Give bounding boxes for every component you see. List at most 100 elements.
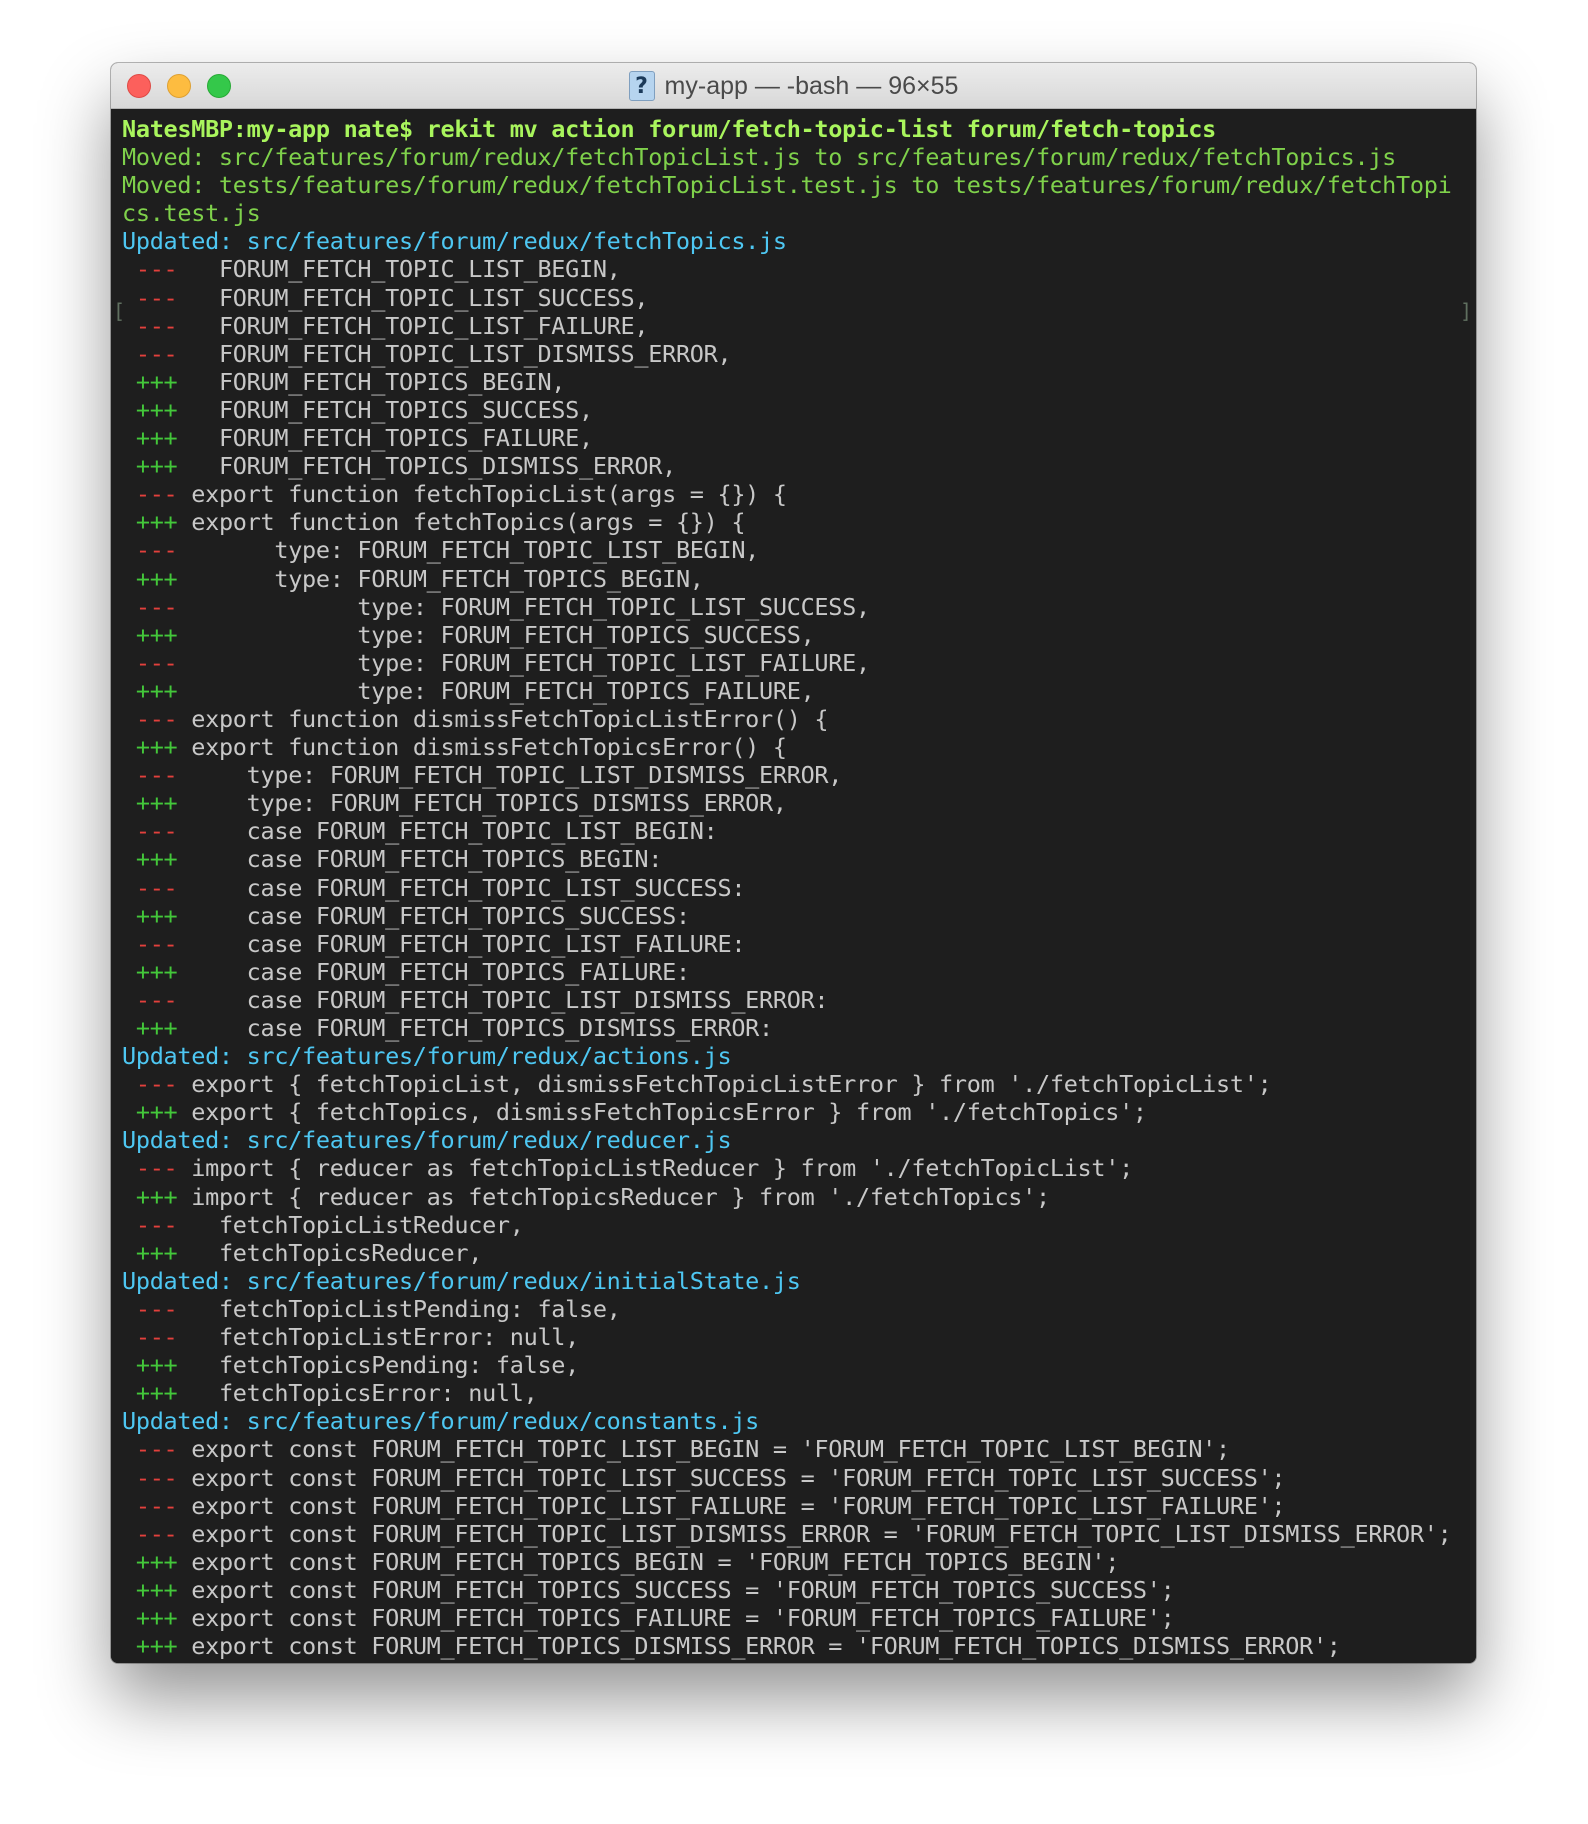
removed-line-marker: --- [122,873,178,902]
terminal-line: --- fetchTopicListReducer, [122,1211,1476,1239]
scroll-indicator-left-icon: [ [113,299,126,323]
diff-code-text: FORUM_FETCH_TOPIC_LIST_BEGIN, [177,255,621,284]
diff-code-text: FORUM_FETCH_TOPICS_DISMISS_ERROR, [177,452,676,481]
terminal-line: --- type: FORUM_FETCH_TOPIC_LIST_BEGIN, [122,536,1476,564]
added-line-marker: +++ [122,1182,178,1211]
terminal-line: --- export const FORUM_FETCH_TOPIC_LIST_… [122,1435,1476,1463]
diff-code-text: export { fetchTopicList, dismissFetchTop… [177,1070,1272,1099]
removed-line-marker: --- [122,1491,178,1520]
terminal-line: +++ export function fetchTopics(args = {… [122,508,1476,536]
removed-line-marker: --- [122,255,178,284]
removed-line-marker: --- [122,1323,178,1352]
terminal-line: +++ export { fetchTopics, dismissFetchTo… [122,1098,1476,1126]
diff-code-text: case FORUM_FETCH_TOPICS_SUCCESS: [177,901,690,930]
terminal-line: --- case FORUM_FETCH_TOPIC_LIST_FAILURE: [122,930,1476,958]
diff-code-text: fetchTopicListReducer, [177,1210,524,1239]
removed-line-marker: --- [122,339,178,368]
added-line-marker: +++ [122,1351,178,1380]
diff-code-text: type: FORUM_FETCH_TOPIC_LIST_DISMISS_ERR… [177,761,843,790]
terminal-line: --- FORUM_FETCH_TOPIC_LIST_DISMISS_ERROR… [122,340,1476,368]
diff-code-text: type: FORUM_FETCH_TOPICS_SUCCESS, [177,620,815,649]
removed-line-marker: --- [122,1294,178,1323]
terminal-line: cs.test.js [122,199,1476,227]
diff-code-text: export const FORUM_FETCH_TOPIC_LIST_SUCC… [177,1463,1286,1492]
terminal-line: +++ FORUM_FETCH_TOPICS_FAILURE, [122,424,1476,452]
terminal-line: Updated: src/features/forum/redux/fetchT… [122,227,1476,255]
terminal-line: Updated: src/features/forum/redux/action… [122,1042,1476,1070]
diff-code-text: fetchTopicsPending: false, [177,1351,580,1380]
title-bar[interactable]: ? my-app — -bash — 96×55 [111,63,1476,109]
diff-code-text: type: FORUM_FETCH_TOPIC_LIST_FAILURE, [177,648,870,677]
diff-code-text: type: FORUM_FETCH_TOPICS_BEGIN, [177,564,704,593]
terminal-line: --- fetchTopicListError: null, [122,1323,1476,1351]
added-line-marker: +++ [122,508,178,537]
diff-code-text: type: FORUM_FETCH_TOPIC_LIST_BEGIN, [177,536,760,565]
terminal-line: --- fetchTopicListPending: false, [122,1295,1476,1323]
removed-line-marker: --- [122,480,178,509]
terminal-line: +++ export const FORUM_FETCH_TOPICS_BEGI… [122,1548,1476,1576]
diff-code-text: export function dismissFetchTopicsError(… [177,733,787,762]
diff-code-text: case FORUM_FETCH_TOPIC_LIST_DISMISS_ERRO… [177,985,829,1014]
terminal-line: Moved: tests/features/forum/redux/fetchT… [122,171,1476,199]
terminal-line: +++ export const FORUM_FETCH_TOPICS_DISM… [122,1632,1476,1660]
terminal-line: --- export const FORUM_FETCH_TOPIC_LIST_… [122,1520,1476,1548]
added-line-marker: +++ [122,620,178,649]
terminal-line: --- FORUM_FETCH_TOPIC_LIST_FAILURE, [122,312,1476,340]
diff-code-text: export function dismissFetchTopicListErr… [177,704,829,733]
diff-code-text: export const FORUM_FETCH_TOPICS_DISMISS_… [177,1632,1341,1661]
terminal-line: +++ case FORUM_FETCH_TOPICS_SUCCESS: [122,902,1476,930]
added-line-marker: +++ [122,564,178,593]
document-icon: ? [628,71,655,101]
added-line-marker: +++ [122,1632,178,1661]
diff-code-text: FORUM_FETCH_TOPIC_LIST_FAILURE, [177,311,649,340]
diff-code-text: export const FORUM_FETCH_TOPICS_FAILURE … [177,1603,1175,1632]
terminal-line: --- type: FORUM_FETCH_TOPIC_LIST_SUCCESS… [122,593,1476,621]
command-prompt-text: NatesMBP:my-app nate$ rekit mv action fo… [122,115,1217,143]
terminal-line: +++ export const FORUM_FETCH_TOPICS_FAIL… [122,1604,1476,1632]
terminal-line: --- FORUM_FETCH_TOPIC_LIST_BEGIN, [122,255,1476,283]
terminal-line: --- case FORUM_FETCH_TOPIC_LIST_DISMISS_… [122,986,1476,1014]
moved-message: Moved: tests/features/forum/redux/fetchT… [122,171,1452,200]
removed-line-marker: --- [122,1435,178,1464]
added-line-marker: +++ [122,1547,178,1576]
added-line-marker: +++ [122,957,178,986]
diff-code-text: fetchTopicsReducer, [177,1238,483,1267]
removed-line-marker: --- [122,761,178,790]
terminal-window[interactable]: ? my-app — -bash — 96×55 NatesMBP:my-app… [111,63,1476,1663]
terminal-line: +++ type: FORUM_FETCH_TOPICS_DISMISS_ERR… [122,789,1476,817]
diff-code-text: import { reducer as fetchTopicListReduce… [177,1154,1133,1183]
removed-line-marker: --- [122,1070,178,1099]
removed-line-marker: --- [122,536,178,565]
diff-code-text: type: FORUM_FETCH_TOPICS_DISMISS_ERROR, [177,789,787,818]
added-line-marker: +++ [122,424,178,453]
added-line-marker: +++ [122,367,178,396]
updated-file-header: Updated: src/features/forum/redux/action… [122,1042,732,1071]
diff-code-text: fetchTopicsError: null, [177,1379,538,1408]
diff-code-text: case FORUM_FETCH_TOPICS_DISMISS_ERROR: [177,1014,774,1042]
removed-line-marker: --- [122,1154,178,1183]
terminal-line: +++ type: FORUM_FETCH_TOPICS_FAILURE, [122,677,1476,705]
diff-code-text: type: FORUM_FETCH_TOPICS_FAILURE, [177,676,815,705]
terminal-line: +++ type: FORUM_FETCH_TOPICS_BEGIN, [122,565,1476,593]
added-line-marker: +++ [122,901,178,930]
scroll-indicator-right-icon: ] [1459,299,1472,323]
terminal-output[interactable]: NatesMBP:my-app nate$ rekit mv action fo… [111,109,1476,1663]
terminal-line: --- export const FORUM_FETCH_TOPIC_LIST_… [122,1464,1476,1492]
updated-file-header: Updated: src/features/forum/redux/fetchT… [122,227,787,256]
terminal-line: --- FORUM_FETCH_TOPIC_LIST_SUCCESS, [122,284,1476,312]
terminal-line: +++ case FORUM_FETCH_TOPICS_FAILURE: [122,958,1476,986]
added-line-marker: +++ [122,395,178,424]
updated-file-header: Updated: src/features/forum/redux/initia… [122,1266,801,1295]
updated-file-header: Updated: src/features/forum/redux/reduce… [122,1126,732,1155]
removed-line-marker: --- [122,592,178,621]
terminal-line: +++ FORUM_FETCH_TOPICS_DISMISS_ERROR, [122,452,1476,480]
terminal-line: --- export const FORUM_FETCH_TOPIC_LIST_… [122,1492,1476,1520]
diff-code-text: FORUM_FETCH_TOPIC_LIST_SUCCESS, [177,283,649,312]
added-line-marker: +++ [122,1238,178,1267]
terminal-line: +++ case FORUM_FETCH_TOPICS_BEGIN: [122,845,1476,873]
removed-line-marker: --- [122,929,178,958]
terminal-line: +++ export function dismissFetchTopicsEr… [122,733,1476,761]
window-title-group: ? my-app — -bash — 96×55 [111,63,1476,109]
diff-code-text: case FORUM_FETCH_TOPICS_FAILURE: [177,957,690,986]
diff-code-text: FORUM_FETCH_TOPIC_LIST_DISMISS_ERROR, [177,339,732,368]
